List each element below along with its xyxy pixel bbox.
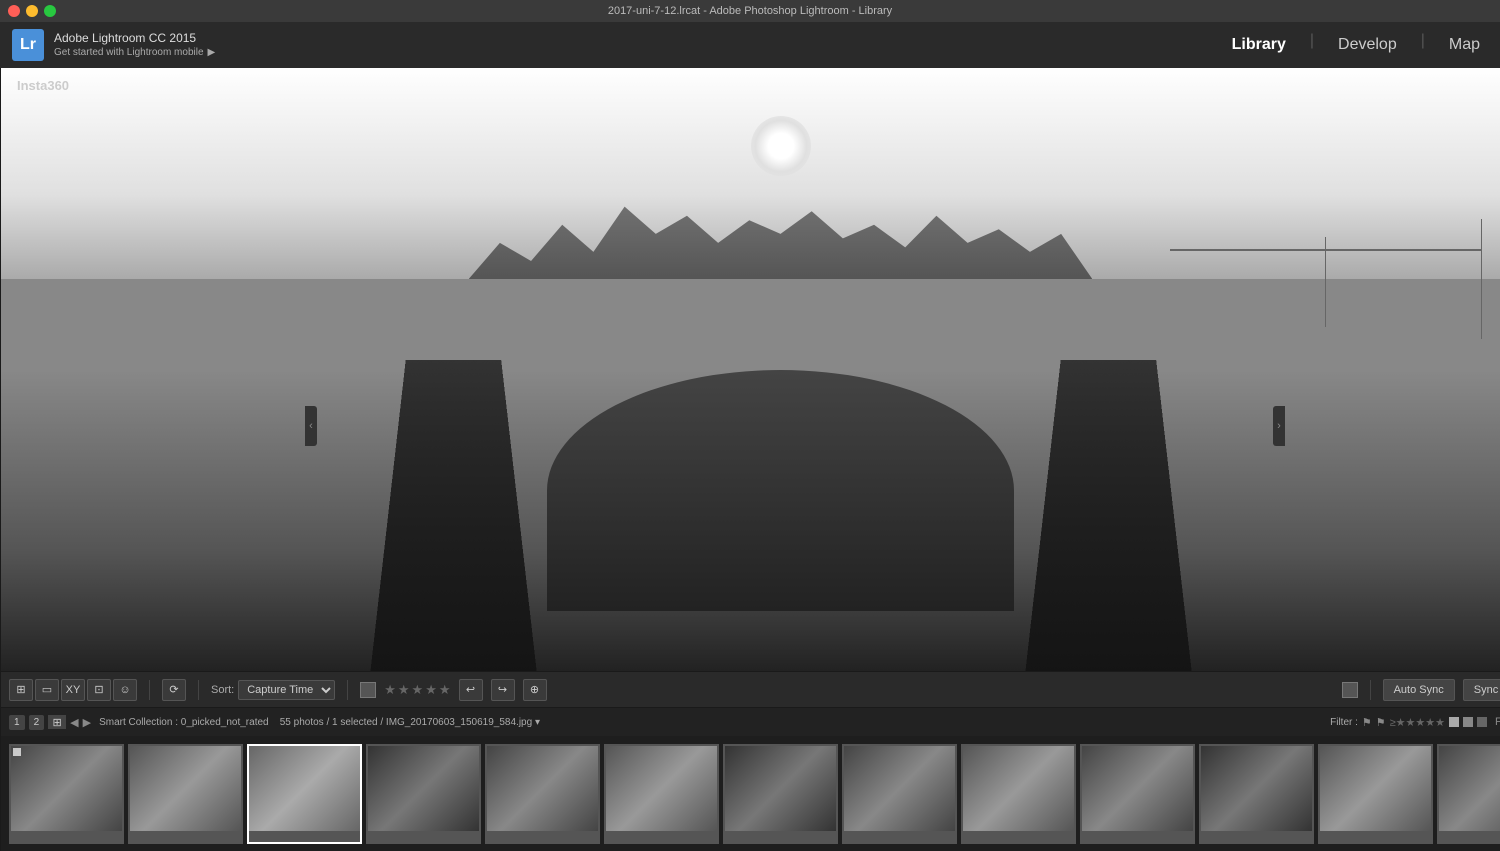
film-thumb-9[interactable] [961, 744, 1076, 844]
maximize-button[interactable] [44, 5, 56, 17]
people-view-btn[interactable]: ☺ [113, 679, 137, 701]
secondary-swatch[interactable] [1342, 682, 1358, 698]
film-thumb-6[interactable] [604, 744, 719, 844]
selected-filename[interactable]: IMG_20170603_150619_584.jpg ▾ [386, 717, 540, 728]
film-thumb-8[interactable] [842, 744, 957, 844]
filter-color-3 [1477, 717, 1487, 727]
loupe-view-btn[interactable]: ▭ [35, 679, 59, 701]
promo-text: Get started with Lightroom mobile ▶ [54, 46, 215, 60]
film-thumb-2[interactable] [128, 744, 243, 844]
main-photo [1, 68, 1500, 671]
film-thumb-3[interactable] [247, 744, 362, 844]
toolbar-separator [149, 680, 150, 700]
photo-viewer: Insta360 [1, 68, 1500, 671]
survey-view-btn[interactable]: ⊡ [87, 679, 111, 701]
color-swatch[interactable] [360, 682, 376, 698]
window-title: 2017-uni-7-12.lrcat - Adobe Photoshop Li… [608, 5, 892, 17]
traffic-lights [8, 5, 56, 17]
auto-sync-button[interactable]: Auto Sync [1383, 679, 1455, 701]
photo-collection-label: Insta360 [17, 78, 69, 93]
app-name: Adobe Lightroom CC 2015 [54, 30, 215, 47]
filter-color-2 [1463, 717, 1473, 727]
toolbar-separator-2 [198, 680, 199, 700]
star-3[interactable]: ★ [412, 682, 424, 698]
film-thumb-11[interactable] [1199, 744, 1314, 844]
grid-view-btn[interactable]: ⊞ [9, 679, 33, 701]
lr-logo: Lr [12, 29, 44, 61]
filter-label: Filter : [1330, 717, 1358, 728]
filter-stars: ≥★★★★★ [1390, 716, 1445, 729]
prev-btn[interactable]: ◀ [70, 716, 78, 729]
star-4[interactable]: ★ [425, 682, 437, 698]
filmstrip-area: 1 2 ⊞ ◀ ▶ Smart Collection : 0_picked_no… [1, 707, 1500, 851]
toolbar-separator-4 [1370, 680, 1371, 700]
stars-rating: ★ ★ ★ ★ ★ [384, 682, 450, 698]
nav-tabs: Library | Develop | Map [1224, 32, 1488, 58]
star-2[interactable]: ★ [398, 682, 410, 698]
film-thumb-7[interactable] [723, 744, 838, 844]
filmstrip-info: Smart Collection : 0_picked_not_rated 55… [99, 717, 1322, 728]
view-tools: ⊞ ▭ XY ⊡ ☺ [9, 679, 137, 701]
right-panel-arrow[interactable]: › [1273, 406, 1285, 446]
tab-map[interactable]: Map [1441, 32, 1488, 58]
redo-btn[interactable]: ↪ [491, 679, 515, 701]
toolbar: ⊞ ▭ XY ⊡ ☺ ⟳ Sort: Capture Time Added Or… [1, 671, 1500, 707]
film-thumb-5[interactable] [485, 744, 600, 844]
grid-number-1[interactable]: 1 [9, 715, 25, 730]
sort-label: Sort: [211, 684, 234, 696]
grid-icon[interactable]: ⊞ [48, 715, 66, 729]
app-branding: Lr Adobe Lightroom CC 2015 Get started w… [12, 29, 215, 61]
film-thumb-4[interactable] [366, 744, 481, 844]
filter-icon-1[interactable]: ⚑ [1362, 716, 1372, 729]
sort-select[interactable]: Capture Time Added Order Edit Time [238, 680, 335, 700]
center-area: Insta360 [1, 68, 1500, 851]
compare-view-btn[interactable]: XY [61, 679, 85, 701]
tab-develop[interactable]: Develop [1330, 32, 1405, 58]
film-thumb-13[interactable] [1437, 744, 1500, 844]
filmstrip [1, 736, 1500, 851]
sort-section: Sort: Capture Time Added Order Edit Time [211, 680, 335, 700]
smart-collection-label: Smart Collection : 0_picked_not_rated [99, 717, 269, 728]
minimize-button[interactable] [26, 5, 38, 17]
main-area: Navigator FIT FILL 1:1 2:1 Colored Red 5… [0, 68, 1500, 851]
filters-status: Filters Off [1495, 716, 1500, 728]
spray-tool[interactable]: ⟳ [162, 679, 186, 701]
titlebar: 2017-uni-7-12.lrcat - Adobe Photoshop Li… [0, 0, 1500, 22]
film-thumb-1[interactable] [9, 744, 124, 844]
filmstrip-controls: Filter : ⚑ ⚑ ≥★★★★★ Filters Off ▾ [1330, 716, 1500, 729]
toolbar-separator-3 [347, 680, 348, 700]
film-thumb-12[interactable] [1318, 744, 1433, 844]
target-btn[interactable]: ⊕ [523, 679, 547, 701]
tab-library[interactable]: Library [1224, 32, 1294, 58]
sync-settings-button[interactable]: Sync Settings [1463, 679, 1500, 701]
filter-icon-2[interactable]: ⚑ [1376, 716, 1386, 729]
filmstrip-bar: 1 2 ⊞ ◀ ▶ Smart Collection : 0_picked_no… [1, 708, 1500, 736]
star-1[interactable]: ★ [384, 682, 396, 698]
star-5[interactable]: ★ [439, 682, 451, 698]
next-btn[interactable]: ▶ [83, 716, 91, 729]
photo-count: 55 photos / 1 selected / [280, 717, 383, 728]
app-info: Adobe Lightroom CC 2015 Get started with… [54, 30, 215, 61]
grid-number-2[interactable]: 2 [29, 715, 45, 730]
filter-color [1449, 717, 1459, 727]
topbar: Lr Adobe Lightroom CC 2015 Get started w… [0, 22, 1500, 68]
film-thumb-10[interactable] [1080, 744, 1195, 844]
close-button[interactable] [8, 5, 20, 17]
left-panel-arrow[interactable]: ‹ [305, 406, 317, 446]
undo-btn[interactable]: ↩ [459, 679, 483, 701]
